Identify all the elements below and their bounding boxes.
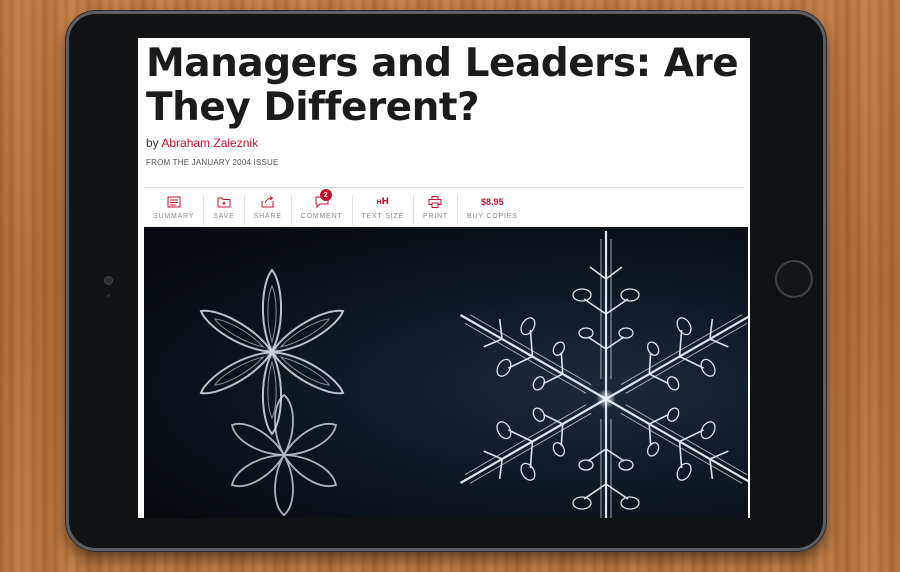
sensor-dot bbox=[107, 294, 110, 297]
save-label: SAVE bbox=[213, 213, 235, 220]
comment-button[interactable]: 2 COMMENT bbox=[292, 189, 353, 225]
issue-label: FROM THE JANUARY 2004 ISSUE bbox=[146, 158, 279, 167]
article-title: Managers and Leaders: Are They Different… bbox=[146, 41, 739, 130]
comment-label: COMMENT bbox=[300, 213, 343, 220]
buy-copies-label: BUY COPIES bbox=[466, 213, 518, 220]
share-icon bbox=[261, 195, 275, 209]
hero-image-snowflakes bbox=[144, 227, 748, 518]
author-link[interactable]: Abraham Zaleznik bbox=[161, 136, 258, 150]
buy-copies-button[interactable]: $8.95 BUY COPIES bbox=[458, 195, 527, 225]
share-button[interactable]: SHARE bbox=[245, 195, 292, 225]
comment-count-badge: 2 bbox=[319, 189, 332, 201]
divider bbox=[144, 187, 744, 188]
text-size-button[interactable]: HH TEXT SIZE bbox=[353, 195, 414, 225]
text-size-icon: HH bbox=[376, 197, 390, 207]
article-toolbar: SUMMARY SAVE SHARE 2 COMMENT HH TEXT SIZ… bbox=[144, 189, 527, 225]
text-size-label: TEXT SIZE bbox=[361, 213, 404, 220]
price-label: $8.95 bbox=[481, 197, 504, 207]
byline-prefix: by bbox=[146, 136, 159, 150]
summary-button[interactable]: SUMMARY bbox=[144, 195, 205, 225]
summary-icon bbox=[167, 195, 181, 209]
byline: by Abraham Zaleznik bbox=[146, 136, 258, 150]
save-button[interactable]: SAVE bbox=[204, 195, 245, 225]
printer-icon bbox=[428, 195, 442, 209]
home-button[interactable] bbox=[775, 260, 813, 298]
article-screen: Managers and Leaders: Are They Different… bbox=[138, 38, 750, 518]
share-label: SHARE bbox=[253, 213, 282, 220]
camera-icon bbox=[104, 276, 113, 285]
summary-label: SUMMARY bbox=[153, 213, 195, 220]
print-label: PRINT bbox=[422, 213, 448, 220]
folder-icon bbox=[217, 195, 231, 209]
print-button[interactable]: PRINT bbox=[414, 195, 458, 225]
